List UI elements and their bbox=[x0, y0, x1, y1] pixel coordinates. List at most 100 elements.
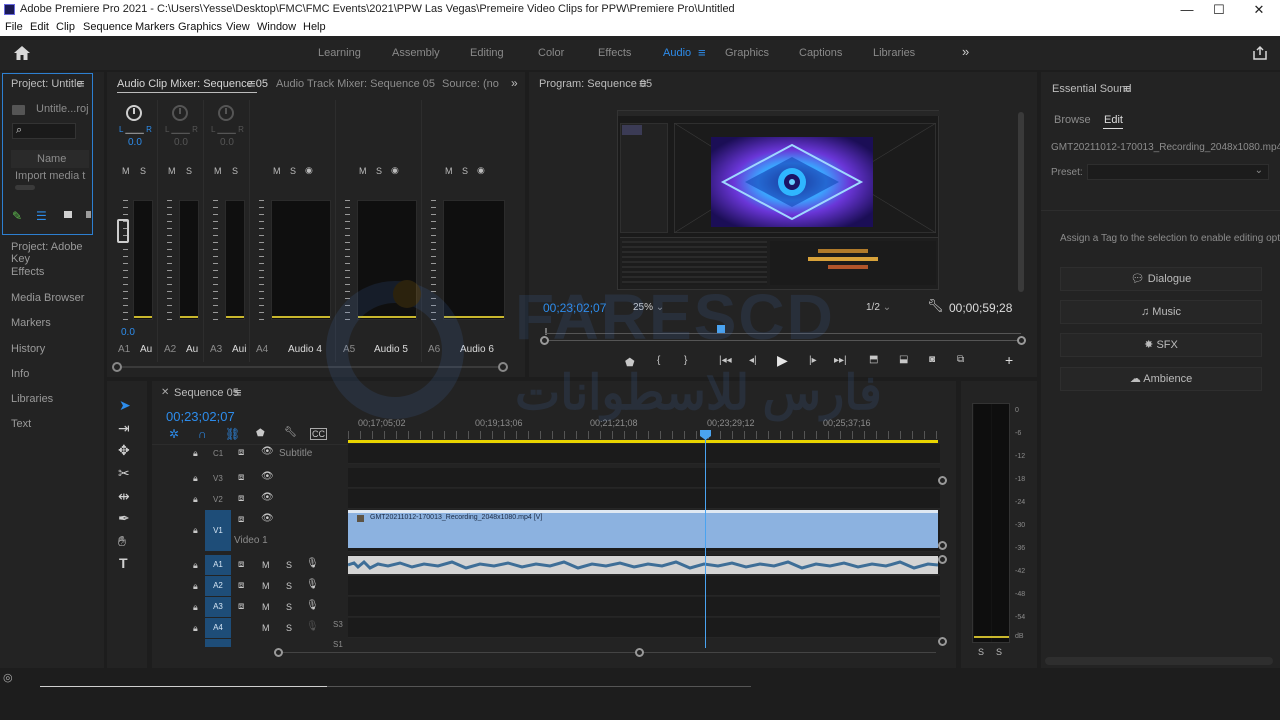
comparison-view-icon[interactable]: ⧉ bbox=[957, 354, 964, 365]
eye-v3-icon[interactable]: 👁︎ bbox=[261, 471, 274, 482]
panel-history[interactable]: History bbox=[11, 343, 45, 355]
work-area-bar[interactable] bbox=[348, 440, 938, 443]
go-to-in-icon[interactable]: |◂◂ bbox=[719, 355, 732, 366]
mini-playhead[interactable] bbox=[717, 325, 725, 333]
lock-a3-icon[interactable]: 🔒︎ bbox=[193, 602, 198, 613]
track-row-v2[interactable] bbox=[348, 489, 940, 509]
pan-value-a1[interactable]: 0.0 bbox=[128, 137, 142, 148]
menu-file[interactable]: File bbox=[5, 21, 23, 33]
play-button[interactable]: ▶ bbox=[777, 352, 788, 369]
mute-a1[interactable]: M bbox=[122, 166, 130, 176]
workspace-color[interactable]: Color bbox=[538, 47, 564, 59]
record-a6-icon[interactable]: ◉ bbox=[477, 165, 485, 176]
menu-markers[interactable]: Markers bbox=[135, 21, 175, 33]
pan-knob-a1[interactable] bbox=[126, 105, 142, 121]
workspaces-overflow-icon[interactable]: » bbox=[962, 44, 969, 59]
mixer-scroll-left-handle[interactable] bbox=[112, 362, 122, 372]
menu-help[interactable]: Help bbox=[303, 21, 326, 33]
mixer-scroll-right-handle[interactable] bbox=[498, 362, 508, 372]
lock-v3-icon[interactable]: 🔒︎ bbox=[193, 473, 198, 484]
track-row-v3[interactable] bbox=[348, 468, 940, 488]
mute-a6[interactable]: M bbox=[445, 166, 453, 176]
fader-value-a1[interactable]: 0.0 bbox=[121, 327, 135, 338]
panel-effects[interactable]: Effects bbox=[11, 266, 44, 278]
mute-a4[interactable]: M bbox=[273, 166, 281, 176]
workspace-learning[interactable]: Learning bbox=[318, 47, 361, 59]
extract-icon[interactable]: ⬓ bbox=[899, 354, 908, 365]
essential-sound-menu-icon[interactable]: ≡ bbox=[1123, 81, 1131, 96]
project-tab[interactable]: Project: Untitle bbox=[11, 78, 83, 90]
program-timecode[interactable]: 00;23;02;07 bbox=[543, 301, 606, 315]
mini-zoom-left-handle[interactable] bbox=[540, 336, 549, 345]
lock-a1-icon[interactable]: 🔒︎ bbox=[193, 560, 198, 571]
mute-a3[interactable]: M bbox=[214, 166, 222, 176]
panel-media-browser[interactable]: Media Browser bbox=[11, 292, 84, 304]
mixer-tab-menu-icon[interactable]: ≡ bbox=[248, 76, 256, 91]
lock-v2-icon[interactable]: 🔒︎ bbox=[193, 494, 198, 505]
vscroll-bottom-handle-audio[interactable] bbox=[938, 637, 947, 646]
track-row-a2[interactable] bbox=[348, 576, 940, 596]
track-target-a3[interactable]: A3 bbox=[205, 597, 231, 617]
tab-source[interactable]: Source: (no bbox=[442, 78, 499, 90]
nest-toggle-icon[interactable]: ✲ bbox=[169, 427, 179, 441]
video-clip[interactable]: GMT20211012-170013_Recording_2048x1080.m… bbox=[348, 510, 938, 548]
go-to-out-icon[interactable]: ▸▸| bbox=[834, 355, 847, 366]
solo-right-button[interactable]: S bbox=[996, 647, 1002, 657]
vscroll-top-handle-audio[interactable] bbox=[938, 555, 947, 564]
playhead-line[interactable] bbox=[705, 438, 706, 648]
eye-v2-icon[interactable]: 👁︎ bbox=[261, 492, 274, 503]
tab-edit[interactable]: Edit bbox=[1104, 114, 1123, 126]
slip-tool-icon[interactable]: ⇹ bbox=[118, 488, 130, 505]
step-back-icon[interactable]: ◂| bbox=[749, 355, 757, 366]
mute-track-a3[interactable]: M bbox=[262, 602, 270, 612]
home-icon[interactable] bbox=[13, 45, 31, 61]
mark-in-icon[interactable]: { bbox=[657, 355, 660, 366]
pan-knob-a3[interactable] bbox=[218, 105, 234, 121]
pan-knob-a2[interactable] bbox=[172, 105, 188, 121]
panel-project-adobe-key[interactable]: Project: Adobe Key bbox=[11, 241, 104, 265]
workspace-libraries[interactable]: Libraries bbox=[873, 47, 915, 59]
captions-cc-icon[interactable]: CC bbox=[310, 428, 327, 440]
sfx-button[interactable]: ✸ SFX bbox=[1060, 333, 1262, 357]
essential-sound-title[interactable]: Essential Sound bbox=[1052, 83, 1132, 95]
export-frame-camera-icon[interactable]: ◙ bbox=[929, 354, 935, 365]
track-target-a4[interactable]: A4 bbox=[205, 618, 231, 638]
lock-a2-icon[interactable]: 🔒︎ bbox=[193, 581, 198, 592]
workspace-graphics[interactable]: Graphics bbox=[725, 47, 769, 59]
mixer-scrollbar[interactable] bbox=[115, 366, 507, 368]
sequence-tab-menu-icon[interactable]: ≡ bbox=[234, 385, 242, 400]
type-tool-icon[interactable]: T bbox=[119, 555, 128, 571]
zoom-level-select[interactable]: 25% ⌄ bbox=[633, 302, 664, 313]
project-item[interactable]: Untitle...roj bbox=[36, 103, 89, 115]
workspace-editing[interactable]: Editing bbox=[470, 47, 504, 59]
toggle-sync-a2-icon[interactable]: ⧈ bbox=[238, 580, 244, 591]
track-target-a1[interactable]: A1 bbox=[205, 555, 231, 575]
mark-out-icon[interactable]: } bbox=[684, 355, 687, 366]
solo-track-a3[interactable]: S bbox=[286, 602, 292, 612]
time-ruler-ticks[interactable] bbox=[348, 431, 938, 439]
vscroll-top-handle-video[interactable] bbox=[938, 476, 947, 485]
solo-a3[interactable]: S bbox=[232, 166, 238, 176]
status-indicator-icon[interactable]: ◎ bbox=[3, 671, 13, 684]
solo-track-a4[interactable]: S bbox=[286, 623, 292, 633]
pan-value-a3[interactable]: 0.0 bbox=[220, 137, 234, 148]
track-target-a5-partial[interactable] bbox=[205, 639, 231, 647]
tab-sequence[interactable]: Sequence 05 bbox=[174, 387, 239, 399]
solo-a4[interactable]: S bbox=[290, 166, 296, 176]
icon-view-icon[interactable] bbox=[64, 211, 72, 218]
list-view-icon[interactable]: ☰ bbox=[36, 209, 47, 223]
menu-window[interactable]: Window bbox=[257, 21, 296, 33]
record-a4-icon[interactable]: ◉ bbox=[305, 165, 313, 176]
hscroll-left-handle[interactable] bbox=[274, 648, 283, 657]
program-video-frame[interactable] bbox=[617, 110, 940, 290]
playback-resolution-select[interactable]: 1/2 ⌄ bbox=[866, 302, 891, 313]
timeline-wrench-icon[interactable]: 🔧︎ bbox=[284, 427, 297, 438]
timeline-marker-icon[interactable]: ⬟ bbox=[256, 428, 265, 439]
solo-a2[interactable]: S bbox=[186, 166, 192, 176]
dialogue-button[interactable]: 💬︎ Dialogue bbox=[1060, 267, 1262, 291]
microphone-a3-icon[interactable]: 🎙︎ bbox=[306, 600, 319, 611]
track-row-a4[interactable] bbox=[348, 618, 940, 638]
program-tab-menu-icon[interactable]: ≡ bbox=[639, 76, 647, 91]
fader-handle-a1[interactable] bbox=[117, 219, 129, 243]
razor-tool-icon[interactable]: ✂ bbox=[118, 465, 130, 482]
